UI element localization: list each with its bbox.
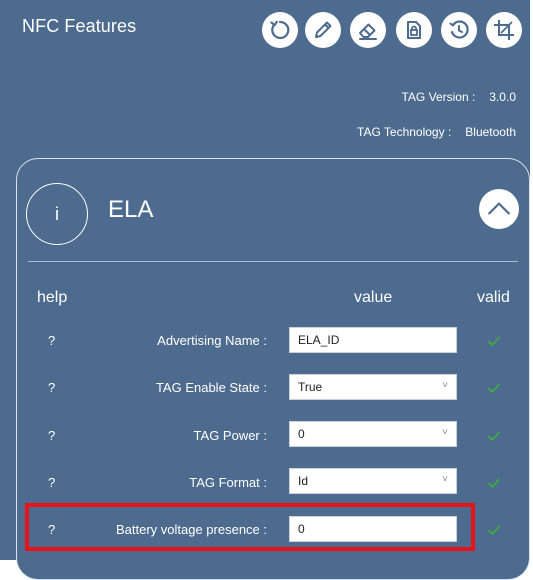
label-tag-enable-state: TAG Enable State : (155, 380, 267, 395)
tag-power-value: 0 (298, 427, 305, 441)
section-title: ELA (108, 196, 154, 223)
info-icon: i (26, 183, 88, 245)
chevron-up-icon (488, 202, 510, 215)
info-symbol: i (55, 203, 59, 224)
refresh-icon (270, 20, 290, 40)
tag-technology-value: Bluetooth (465, 125, 516, 139)
eraser-icon (359, 23, 377, 40)
valid-check-icon (488, 478, 500, 488)
erase-button[interactable] (350, 12, 386, 48)
app-title: NFC Features (22, 16, 137, 36)
collapse-section-button[interactable] (479, 189, 519, 229)
tag-enable-state-select[interactable]: True ˅ (289, 374, 457, 400)
app-window: NFC Features TAG Version: 3.0.0 TAG Tec… (0, 0, 530, 580)
tag-version-value: 3.0.0 (489, 90, 516, 104)
valid-check-icon (488, 383, 500, 393)
valid-check-icon (488, 336, 500, 346)
tag-technology-row: TAG Technology : Bluetooth (357, 125, 516, 139)
advertising-name-input[interactable] (289, 327, 457, 353)
help-tag-format[interactable]: ? (48, 475, 55, 490)
edit-button[interactable] (305, 12, 341, 48)
help-tag-power[interactable]: ? (48, 428, 55, 443)
column-header-help: help (37, 289, 68, 306)
chevron-down-icon: ˅ (442, 474, 448, 485)
lock-file-icon (407, 21, 421, 39)
refresh-button[interactable] (262, 12, 298, 48)
chevron-down-icon: ˅ (442, 427, 448, 438)
pencil-icon (315, 21, 332, 38)
clock-refresh-icon (449, 20, 469, 39)
tag-version-label: TAG Version : (401, 90, 476, 104)
help-advertising-name[interactable]: ? (48, 333, 55, 348)
label-advertising-name: Advertising Name : (157, 333, 267, 348)
label-tag-power: TAG Power : (193, 428, 267, 443)
section-divider (28, 261, 518, 262)
highlight-box (25, 503, 475, 551)
tag-technology-label: TAG Technology : (357, 125, 452, 139)
help-tag-enable-state[interactable]: ? (48, 380, 55, 395)
clock-refresh-button[interactable] (441, 12, 477, 48)
tag-format-value: Id (298, 474, 309, 488)
crop-button[interactable] (486, 12, 522, 48)
tag-enable-state-value: True (298, 380, 323, 394)
tag-version-row: TAG Version : 3.0.0 (401, 90, 516, 104)
column-header-value: value (354, 289, 393, 306)
tag-format-select[interactable]: Id ˅ (289, 468, 457, 494)
chevron-down-icon: ˅ (442, 380, 448, 391)
column-header-valid: valid (477, 289, 510, 306)
crop-icon (494, 20, 514, 40)
valid-check-icon (488, 525, 500, 535)
label-tag-format: TAG Format : (189, 475, 267, 490)
valid-check-icon (488, 431, 500, 441)
tag-power-select[interactable]: 0 ˅ (289, 421, 457, 447)
lock-file-button[interactable] (396, 12, 432, 48)
